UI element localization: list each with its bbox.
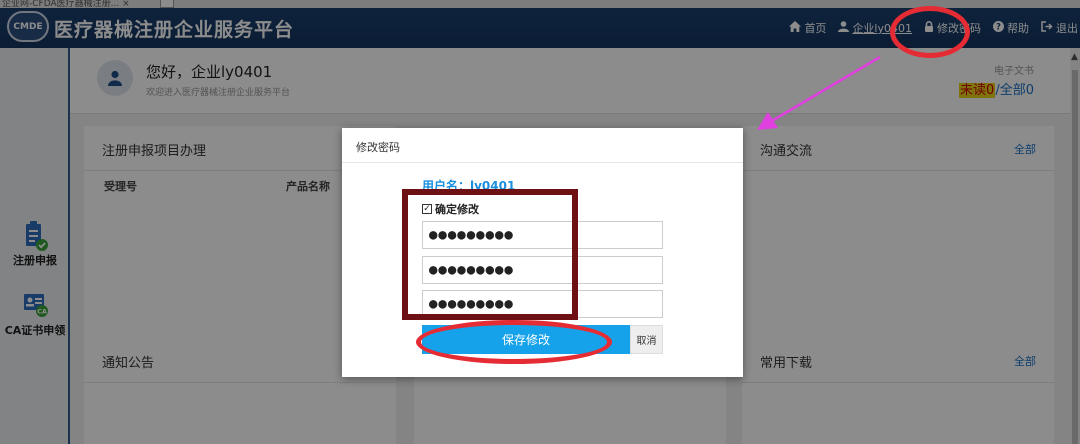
confirm-change-checkbox[interactable]: ✓ 确定修改 (422, 201, 479, 217)
dialog-title: 修改密码 (356, 141, 400, 154)
change-password-dialog: 修改密码 用户名：ly0401 ✓ 确定修改 ●●●●●●●●● ●●●●●●●… (342, 128, 743, 377)
old-password-input[interactable]: ●●●●●●●●● (422, 221, 663, 249)
confirm-password-input[interactable]: ●●●●●●●●● (422, 290, 663, 318)
confirm-change-label: 确定修改 (435, 203, 479, 216)
save-changes-button[interactable]: 保存修改 (422, 325, 630, 354)
username-label: 用户名：ly0401 (422, 179, 516, 193)
checkbox-checked-icon[interactable]: ✓ (422, 204, 432, 214)
cancel-button[interactable]: 取消 (630, 325, 663, 354)
new-password-input[interactable]: ●●●●●●●●● (422, 256, 663, 284)
